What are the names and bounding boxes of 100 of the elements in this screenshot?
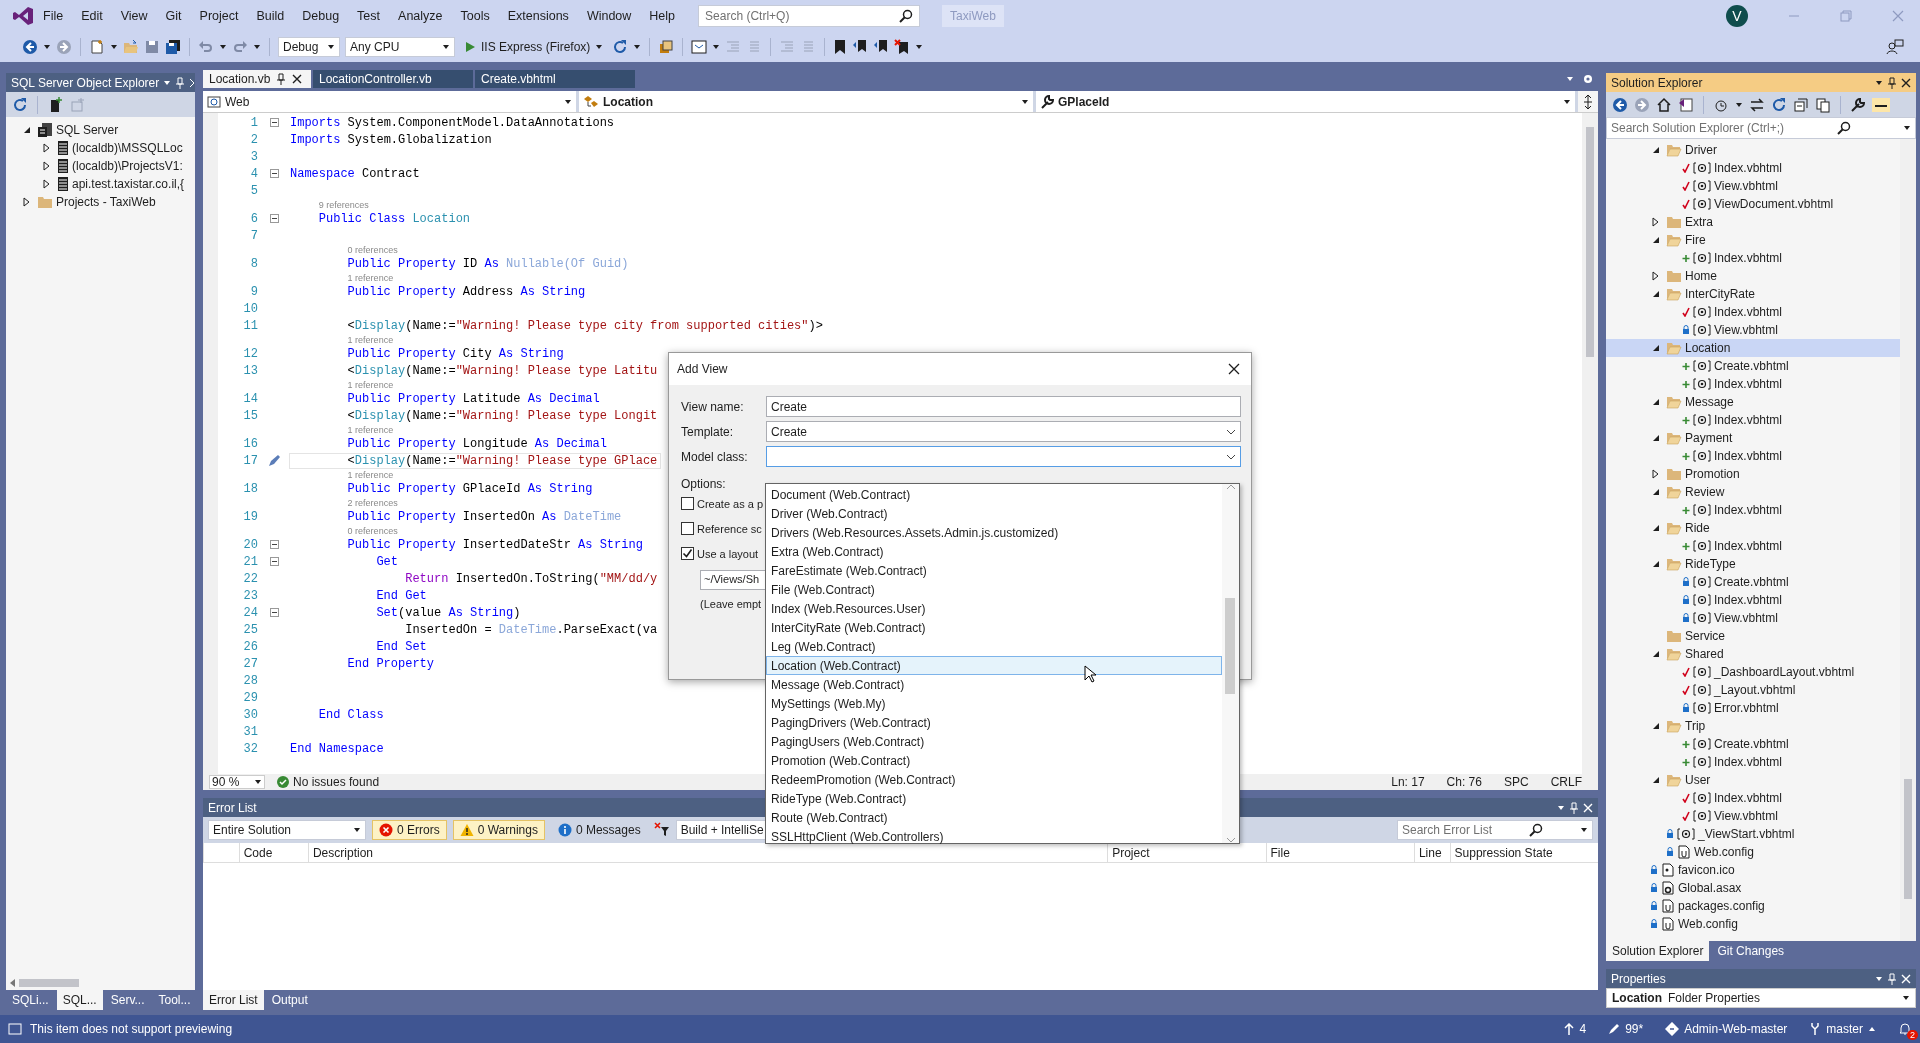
code-lens[interactable]: 0 references — [347, 244, 398, 255]
collapsed-arrow-icon[interactable] — [1652, 469, 1660, 479]
show-all-files-icon[interactable] — [1815, 96, 1831, 113]
tree-item[interactable]: Create.vbhtml — [1606, 735, 1900, 753]
expanded-arrow-icon[interactable] — [1652, 344, 1660, 352]
expanded-arrow-icon[interactable] — [1652, 560, 1660, 568]
menu-item[interactable]: Analyze — [389, 6, 452, 26]
tree-item[interactable]: (localdb)\ProjectsV1: — [6, 157, 195, 175]
checkbox[interactable]: Reference sc — [681, 516, 766, 541]
tree-item[interactable]: Index.vbhtml — [1606, 753, 1900, 771]
collapsed-arrow-icon[interactable] — [23, 197, 31, 207]
scope-dropdown[interactable]: Entire Solution — [208, 820, 366, 840]
expanded-arrow-icon[interactable] — [1652, 146, 1660, 154]
menu-item[interactable]: Window — [577, 6, 641, 26]
expanded-arrow-icon[interactable] — [1652, 722, 1660, 730]
menu-item[interactable]: Tools — [451, 6, 499, 26]
member-dropdown[interactable]: GPlaceId — [1036, 91, 1578, 112]
menu-item[interactable]: Help — [640, 6, 685, 26]
dropdown-field[interactable]: Create — [766, 421, 1241, 442]
menu-item[interactable]: Git — [156, 6, 191, 26]
tree-item[interactable]: Index.vbhtml — [1606, 591, 1900, 609]
list-option[interactable]: InterCityRate (Web.Contract) — [766, 618, 1222, 637]
list-option[interactable]: Route (Web.Contract) — [766, 808, 1222, 827]
settings-icon[interactable] — [1582, 73, 1594, 85]
branch-selector[interactable]: master — [1809, 1022, 1876, 1036]
panel-tab[interactable]: Git Changes — [1711, 941, 1791, 961]
project-dropdown[interactable]: Web — [203, 91, 579, 112]
collapsed-arrow-icon[interactable] — [43, 161, 51, 171]
expanded-arrow-icon[interactable] — [1652, 776, 1660, 784]
tree-item[interactable]: Home — [1606, 267, 1900, 285]
expanded-arrow-icon[interactable] — [1652, 236, 1660, 244]
tree-item[interactable]: _ViewStart.vbhtml — [1606, 825, 1900, 843]
filter-button[interactable]: 0 Warnings — [452, 820, 545, 840]
save-all-icon[interactable] — [165, 39, 181, 55]
list-option[interactable]: Drivers (Web.Resources.Assets.Admin.js.customized) — [766, 523, 1222, 542]
menu-item[interactable]: Test — [348, 6, 390, 26]
collapsed-arrow-icon[interactable] — [1652, 271, 1660, 281]
tree-item[interactable]: Index.vbhtml — [1606, 159, 1900, 177]
scroll-up-icon[interactable] — [1225, 484, 1236, 490]
bookmark-icon[interactable] — [894, 39, 911, 55]
expanded-arrow-icon[interactable] — [1652, 488, 1660, 496]
tree-item[interactable]: Index.vbhtml — [1606, 249, 1900, 267]
browser-link-icon[interactable] — [658, 39, 675, 55]
code-lens[interactable]: 9 references — [318, 199, 369, 210]
unpushed-commits[interactable]: 4 — [1564, 1022, 1587, 1036]
editor-tab[interactable]: LocationController.vb — [313, 70, 473, 88]
tree-item[interactable]: View.vbhtml — [1606, 609, 1900, 627]
run-button[interactable]: IIS Express (Firefox) — [460, 38, 608, 56]
window-icon[interactable] — [691, 39, 708, 55]
tree-item[interactable]: Global.asax — [1606, 879, 1900, 897]
list-option[interactable]: PagingUsers (Web.Contract) — [766, 732, 1222, 751]
back-icon[interactable] — [1612, 96, 1628, 113]
split-icon[interactable] — [1583, 93, 1593, 110]
home-icon[interactable] — [1656, 96, 1672, 113]
close-icon[interactable] — [1227, 362, 1241, 376]
scroll-down-icon[interactable] — [1225, 837, 1236, 843]
line-ending[interactable]: CRLF — [1550, 775, 1582, 789]
source-dropdown[interactable]: Build + IntelliSe — [675, 820, 768, 840]
tree-item[interactable]: Create.vbhtml — [1606, 573, 1900, 591]
expanded-arrow-icon[interactable] — [1652, 434, 1660, 442]
collapse-box-icon[interactable] — [269, 118, 279, 127]
refresh-icon[interactable] — [1771, 96, 1787, 113]
tree-item[interactable]: favicon.ico — [1606, 861, 1900, 879]
expanded-arrow-icon[interactable] — [23, 126, 31, 134]
tree-item[interactable]: Service — [1606, 627, 1900, 645]
list-option[interactable]: Index (Web.Resources.User) — [766, 599, 1222, 618]
list-option[interactable]: Leg (Web.Contract) — [766, 637, 1222, 656]
menu-item[interactable]: Debug — [293, 6, 349, 26]
collapsed-arrow-icon[interactable] — [43, 179, 51, 189]
tree-item[interactable]: Payment — [1606, 429, 1900, 447]
tree-item[interactable]: Index.vbhtml — [1606, 537, 1900, 555]
pending-changes[interactable]: 99* — [1608, 1022, 1644, 1036]
tree-item[interactable]: Error.vbhtml — [1606, 699, 1900, 717]
list-option[interactable]: Driver (Web.Contract) — [766, 504, 1222, 523]
tree-item[interactable]: Extra — [1606, 213, 1900, 231]
repository-selector[interactable]: Admin-Web-master — [1665, 1022, 1788, 1036]
editor-tab[interactable]: Create.vbhtml — [475, 70, 635, 88]
list-option[interactable]: Promotion (Web.Contract) — [766, 751, 1222, 770]
expanded-arrow-icon[interactable] — [1652, 290, 1660, 298]
panel-tab[interactable]: Output — [265, 990, 314, 1010]
account-avatar[interactable]: V — [1726, 5, 1748, 27]
search-field[interactable]: Search (Ctrl+Q) — [698, 5, 921, 27]
tree-item[interactable]: Review — [1606, 483, 1900, 501]
scrollbar-thumb[interactable] — [1586, 127, 1594, 357]
tree-item[interactable]: Projects - TaxiWeb — [6, 193, 195, 211]
collapse-box-icon[interactable] — [269, 608, 279, 617]
list-option[interactable]: FareEstimate (Web.Contract) — [766, 561, 1222, 580]
collapse-box-icon[interactable] — [269, 214, 279, 223]
expanded-arrow-icon[interactable] — [1652, 524, 1660, 532]
menu-item[interactable]: Project — [190, 6, 248, 26]
tree-item[interactable]: View.vbhtml — [1606, 807, 1900, 825]
column-header[interactable]: Code — [238, 843, 308, 862]
checkbox-box[interactable] — [681, 522, 694, 535]
more-icon[interactable] — [189, 77, 196, 88]
refresh-icon[interactable] — [612, 39, 629, 55]
column-header[interactable]: File — [1265, 843, 1414, 862]
menu-item[interactable]: View — [111, 6, 157, 26]
code-lens[interactable]: 1 reference — [347, 469, 394, 480]
panel-tab[interactable]: Tool... — [152, 990, 197, 1010]
column-header[interactable]: Line — [1413, 843, 1450, 862]
